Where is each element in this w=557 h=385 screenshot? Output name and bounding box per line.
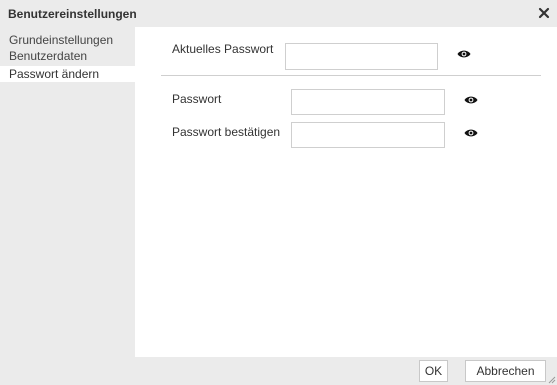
ok-button[interactable]: OK (419, 360, 448, 382)
eye-icon[interactable] (464, 95, 478, 105)
settings-sidebar: Grundeinstellungen Benutzerdaten Passwor… (0, 27, 135, 385)
confirm-password-input[interactable] (291, 122, 445, 148)
sidebar-item-benutzerdaten[interactable]: Benutzerdaten (0, 48, 135, 64)
dialog-title: Benutzereinstellungen (8, 7, 137, 21)
eye-icon[interactable] (457, 49, 471, 59)
eye-icon[interactable] (464, 128, 478, 138)
sidebar-item-grundeinstellungen[interactable]: Grundeinstellungen (0, 32, 135, 48)
close-icon[interactable] (537, 6, 551, 20)
sidebar-item-passwort-aendern[interactable]: Passwort ändern (0, 66, 135, 82)
current-password-input[interactable] (285, 43, 438, 70)
new-password-input[interactable] (291, 89, 445, 115)
dialog-footer: OK Abbrechen (135, 357, 557, 385)
settings-dialog: Benutzereinstellungen Grundeinstellungen… (0, 0, 557, 385)
resize-grip-icon[interactable] (548, 376, 556, 384)
confirm-password-label: Passwort bestätigen (172, 125, 281, 139)
current-password-label: Aktuelles Passwort (172, 42, 274, 56)
cancel-button[interactable]: Abbrechen (465, 360, 546, 382)
section-divider (161, 75, 541, 76)
new-password-label: Passwort (172, 92, 222, 106)
dialog-titlebar[interactable]: Benutzereinstellungen (0, 0, 557, 27)
